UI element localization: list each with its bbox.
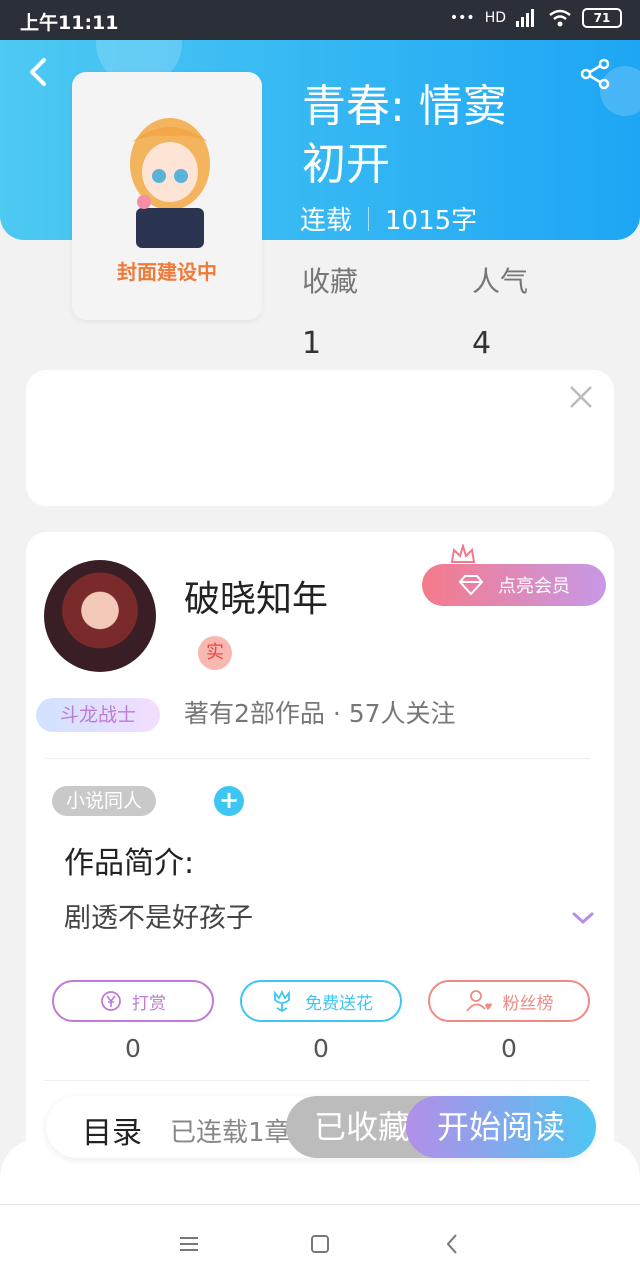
book-word-count: 1015字 [385,206,478,236]
start-reading-button[interactable]: 开始阅读 [406,1096,596,1158]
verified-badge: 实 [198,636,232,670]
send-flower-button[interactable]: 免费送花 [240,980,402,1022]
yen-icon [101,991,121,1011]
flower-label: 免费送花 [305,993,373,1014]
signal-icon [516,9,534,27]
stat-value: 4 [472,326,492,361]
home-icon[interactable] [307,1231,333,1257]
signal-hd-label: HD [484,10,506,26]
book-status: 连载 [300,206,353,236]
diamond-icon [458,575,484,596]
add-tag-button[interactable]: + [214,786,244,816]
divider [44,758,590,759]
reward-button[interactable]: 打赏 [52,980,214,1022]
stat-label: 收藏 [302,265,359,298]
book-title-line: 初开 [302,139,390,190]
wifi-icon [549,9,571,27]
fans-rank-label: 粉丝榜 [502,993,554,1014]
author-title-badge: 斗龙战士 [36,698,160,732]
flower-icon [274,989,290,1013]
cover-illustration [130,118,210,248]
chevron-down-icon[interactable] [570,908,596,928]
menu-icon[interactable] [176,1231,202,1257]
system-nav-bar [0,1204,640,1280]
more-dots-icon: ••• [449,10,475,26]
back-nav-icon[interactable] [440,1231,466,1257]
fans-rank-count: 0 [501,1034,517,1063]
vip-label: 点亮会员 [498,576,570,597]
author-name[interactable]: 破晓知年 [184,570,328,622]
notice-card [26,370,614,506]
category-tag[interactable]: 小说同人 [52,786,157,816]
status-time: 上午11:11 [20,12,119,34]
reward-count: 0 [125,1034,141,1063]
battery-indicator: 71 [582,8,622,28]
reward-label: 打赏 [132,993,166,1014]
back-button[interactable] [20,52,60,92]
stat-favorites: 收藏 1 [302,260,358,361]
book-meta: 连载 1015字 [300,200,477,237]
divider [44,1080,590,1081]
book-title: 青春: 情窦 初开 [302,78,592,194]
meta-divider [368,206,370,231]
book-title-line: 青春: 情窦 [302,81,507,132]
toc-button[interactable]: 目录 [82,1108,142,1152]
status-bar: 上午11:11 ••• HD 71 [0,0,640,40]
book-cover[interactable]: 封面建设中 [72,72,262,320]
cover-placeholder-text: 封面建设中 [117,260,217,284]
status-icons: ••• HD 71 [450,8,622,28]
author-meta: 著有2部作品 · 57人关注 [184,699,456,728]
flower-count: 0 [313,1034,329,1063]
close-icon[interactable] [566,382,596,412]
author-avatar[interactable] [44,560,156,672]
intro-title: 作品简介: [64,846,195,881]
fans-rank-button[interactable]: 粉丝榜 [428,980,590,1022]
stat-label: 人气 [472,265,529,298]
fans-icon [465,990,492,1012]
stat-popularity: 人气 4 [472,260,528,361]
vip-button[interactable]: 点亮会员 [422,564,606,606]
crown-icon [450,544,476,563]
intro-text: 剧透不是好孩子 [64,903,253,934]
stat-value: 1 [302,326,322,361]
